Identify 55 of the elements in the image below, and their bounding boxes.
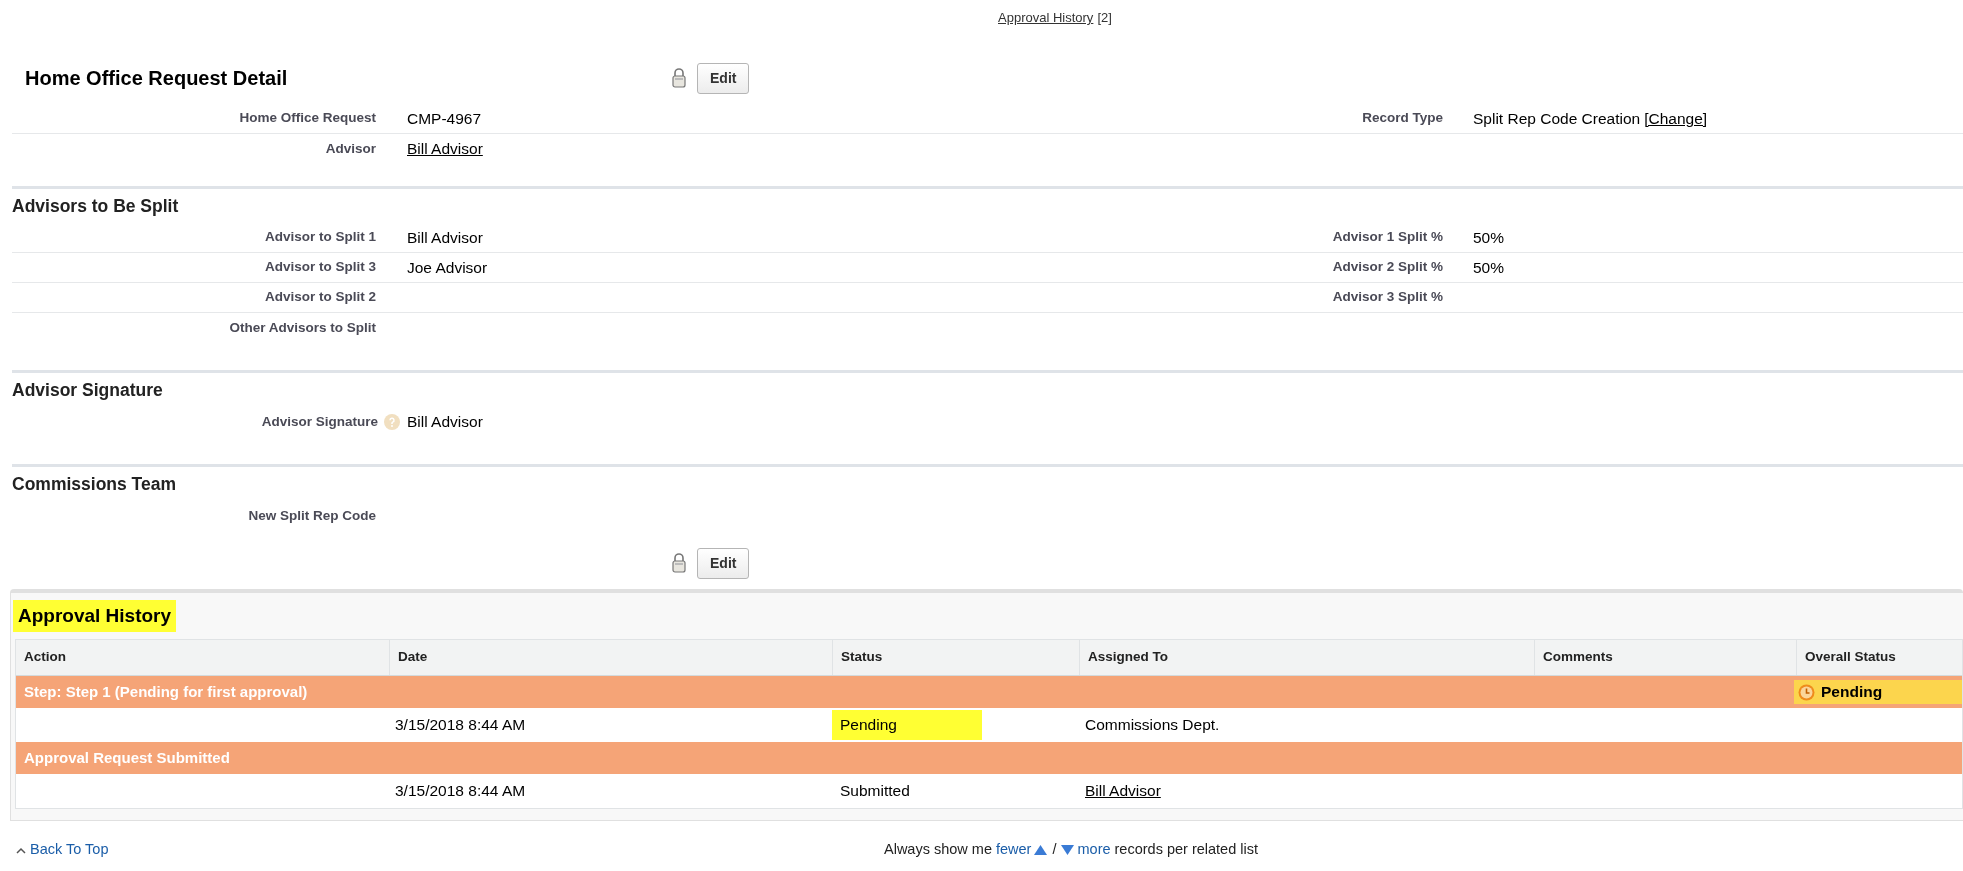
- more-link[interactable]: more: [1060, 839, 1111, 861]
- status-cell-text: Submitted: [839, 781, 911, 802]
- step-label: Step: Step 1 (Pending for first approval): [23, 681, 309, 702]
- field-label: Advisor to Split 3: [265, 258, 376, 277]
- date-cell-text: 3/15/2018 8:44 AM: [394, 781, 527, 802]
- footer-text: Always show me: [884, 840, 992, 860]
- down-triangle-icon: [1060, 844, 1076, 856]
- column-header[interactable]: Assigned To: [1079, 640, 1534, 675]
- date-cell-text: 3/15/2018 8:44 AM: [394, 715, 527, 736]
- caret-icon: [16, 846, 26, 854]
- assignee-cell-text: Commissions Dept.: [1084, 715, 1221, 736]
- field-label: Other Advisors to Split: [229, 318, 376, 337]
- clock-icon: [1798, 683, 1815, 701]
- field-value: Joe Advisor: [407, 257, 488, 278]
- field-label: Advisor to Split 1: [265, 228, 376, 247]
- section-heading: Advisor Signature: [12, 378, 164, 402]
- assignee-link[interactable]: Bill Advisor: [1079, 779, 1167, 803]
- approval-history-link[interactable]: Approval History: [998, 8, 1094, 28]
- footer-text: records per related list: [1114, 840, 1258, 860]
- field-value: Bill Advisor: [407, 412, 483, 433]
- column-header[interactable]: Status: [832, 640, 1079, 675]
- related-list-title: Approval History: [13, 599, 177, 633]
- section-heading: Commissions Team: [12, 472, 178, 496]
- back-to-top-link[interactable]: Back To Top: [16, 839, 884, 861]
- field-label: Advisor Signature: [261, 412, 378, 431]
- edit-button[interactable]: Edit: [697, 547, 750, 579]
- field-label: Advisor 2 Split %: [1332, 258, 1443, 277]
- up-triangle-icon: [1033, 844, 1049, 856]
- status-cell: Pending: [832, 710, 982, 740]
- field-label: New Split Rep Code: [248, 506, 376, 525]
- field-label: Advisor: [325, 139, 376, 158]
- change-link[interactable]: [Change]: [1644, 106, 1708, 131]
- column-header[interactable]: Overall Status: [1796, 640, 1962, 675]
- field-label: Advisor to Split 2: [265, 288, 376, 307]
- field-label: Record Type: [1362, 109, 1443, 128]
- record-count: [2]: [1097, 9, 1112, 27]
- field-value: 50%: [1473, 227, 1505, 248]
- column-header[interactable]: Comments: [1534, 640, 1796, 675]
- advisor-link[interactable]: Bill Advisor: [407, 137, 483, 161]
- field-label: Home Office Request: [239, 109, 376, 128]
- fewer-link[interactable]: fewer: [996, 839, 1049, 861]
- detail-title: Home Office Request Detail: [24, 66, 289, 91]
- field-label: Advisor 3 Split %: [1332, 288, 1443, 307]
- separator-text: /: [1052, 840, 1057, 860]
- field-value: Split Rep Code Creation: [1473, 108, 1641, 129]
- edit-button[interactable]: Edit: [697, 62, 750, 94]
- step-label: Approval Request Submitted: [23, 747, 231, 768]
- overall-status-badge: Pending: [1794, 680, 1962, 704]
- field-value: 50%: [1473, 257, 1505, 278]
- column-header[interactable]: Date: [389, 640, 832, 675]
- field-value: CMP-4967: [407, 108, 482, 129]
- field-value: Bill Advisor: [407, 227, 483, 248]
- field-label: Advisor 1 Split %: [1332, 228, 1443, 247]
- column-header[interactable]: Action: [16, 640, 389, 675]
- section-heading: Advisors to Be Split: [12, 194, 180, 218]
